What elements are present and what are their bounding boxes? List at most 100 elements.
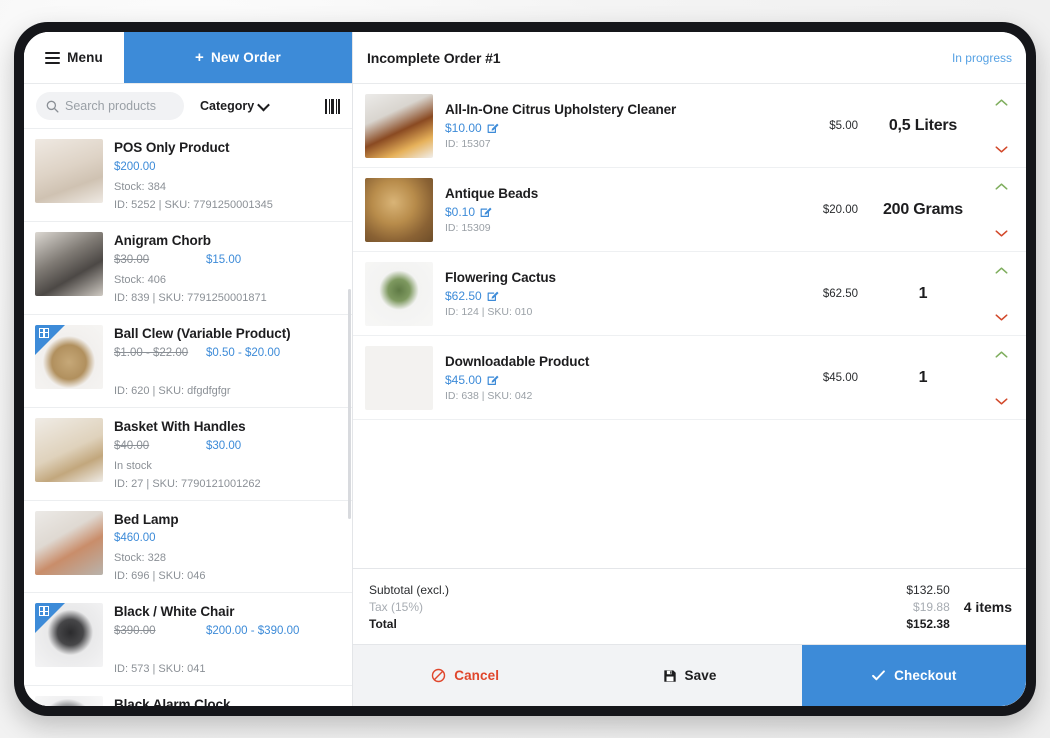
cart-item-meta: ID: 15307 <box>445 137 491 150</box>
cart-item-meta: ID: 638 | SKU: 042 <box>445 389 533 402</box>
product-price-line: $40.00 $30.00 <box>114 440 340 455</box>
edit-pencil-icon[interactable] <box>487 290 499 302</box>
cancel-label: Cancel <box>454 668 500 683</box>
cart-item-thumbnail <box>365 261 433 326</box>
order-header: Incomplete Order #1 In progress <box>353 32 1026 84</box>
search-input[interactable] <box>65 99 174 113</box>
subtotal-label: Subtotal (excl.) <box>369 582 450 597</box>
cart-row[interactable]: Antique Beads $0.10 ID: 15309 $20.00 200… <box>353 168 1026 252</box>
chevron-up-icon[interactable] <box>991 264 1012 277</box>
product-old-price: $30.00 <box>114 253 150 266</box>
cart-row[interactable]: All-In-One Citrus Upholstery Cleaner $10… <box>353 84 1026 168</box>
product-thumbnail <box>35 696 103 706</box>
order-panel: Incomplete Order #1 In progress All-In-O… <box>353 32 1026 706</box>
checkout-button[interactable]: Checkout <box>801 645 1026 706</box>
tax-value: $19.88 <box>913 599 950 614</box>
cart-item-info: Downloadable Product $45.00 ID: 638 | SK… <box>445 354 811 402</box>
cart-item-name: Downloadable Product <box>445 353 590 369</box>
product-price-line: $1.00 - $22.00 $0.50 - $20.00 <box>114 347 340 362</box>
cart-item-info: Flowering Cactus $62.50 ID: 124 | SKU: 0… <box>445 270 811 318</box>
subtotal-line: Subtotal (excl.) $132.50 <box>369 581 950 598</box>
cart-item-price-row: $45.00 <box>445 373 811 387</box>
grid-icon <box>39 327 49 338</box>
product-stock: Stock: 328 <box>114 552 166 565</box>
product-price-line: $200.00 <box>114 161 340 176</box>
product-list[interactable]: POS Only Product $200.00 Stock: 384 ID: … <box>24 129 352 706</box>
edit-pencil-icon[interactable] <box>487 122 499 134</box>
tax-label: Tax (15%) <box>369 599 424 614</box>
product-price-line: $460.00 <box>114 532 340 547</box>
edit-pencil-icon[interactable] <box>487 374 499 386</box>
save-button[interactable]: Save <box>577 645 801 706</box>
total-line: Total $152.38 <box>369 615 950 632</box>
search-box[interactable] <box>36 92 184 120</box>
product-list-item[interactable]: Basket With Handles $40.00 $30.00 In sto… <box>24 408 352 501</box>
check-icon <box>872 670 886 681</box>
cart-item-thumbnail <box>365 93 433 158</box>
chevron-up-icon[interactable] <box>991 348 1012 361</box>
cart-item-thumbnail <box>365 345 433 410</box>
product-info: POS Only Product $200.00 Stock: 384 ID: … <box>114 139 340 211</box>
order-status-badge[interactable]: In progress <box>952 51 1012 65</box>
grid-icon <box>39 606 49 617</box>
product-price: $460.00 <box>114 532 156 545</box>
new-order-label: New Order <box>210 50 282 65</box>
chevron-down-icon[interactable] <box>991 395 1012 408</box>
cart-item-amount: $62.50 <box>822 287 858 300</box>
chevron-down-icon[interactable] <box>991 143 1012 156</box>
chevron-up-icon[interactable] <box>991 180 1012 193</box>
product-list-item[interactable]: POS Only Product $200.00 Stock: 384 ID: … <box>24 129 352 222</box>
category-filter-button[interactable]: Category <box>200 98 271 113</box>
cart-items-list: All-In-One Citrus Upholstery Cleaner $10… <box>353 84 1026 568</box>
product-name: Ball Clew (Variable Product) <box>114 325 291 341</box>
cancel-button[interactable]: Cancel <box>353 645 577 706</box>
product-old-price: $1.00 - $22.00 <box>114 346 189 359</box>
chevron-down-icon <box>257 98 271 111</box>
product-list-item[interactable]: Anigram Chorb $30.00 $15.00 Stock: 406 I… <box>24 222 352 315</box>
chevron-down-icon[interactable] <box>991 311 1012 324</box>
totals-table: Subtotal (excl.) $132.50 Tax (15%) $19.8… <box>369 581 950 632</box>
tablet-device-frame: Menu + New Order Category <box>14 22 1036 716</box>
total-value: $152.38 <box>906 616 950 631</box>
product-thumbnail <box>35 417 103 482</box>
product-name: Bed Lamp <box>114 511 179 527</box>
barcode-scanner-icon[interactable] <box>325 98 340 114</box>
cart-item-info: All-In-One Citrus Upholstery Cleaner $10… <box>445 102 817 150</box>
cart-row[interactable]: Flowering Cactus $62.50 ID: 124 | SKU: 0… <box>353 252 1026 336</box>
product-price: $0.50 - $20.00 <box>206 346 281 359</box>
product-price: $30.00 <box>206 439 242 452</box>
cart-item-amount: $20.00 <box>822 203 858 216</box>
new-order-button[interactable]: + New Order <box>124 32 352 83</box>
cart-item-price-row: $62.50 <box>445 289 811 303</box>
product-name: Basket With Handles <box>114 418 246 434</box>
quantity-stepper <box>988 348 1014 408</box>
menu-button[interactable]: Menu <box>24 32 124 83</box>
search-toolbar: Category <box>24 84 352 129</box>
edit-pencil-icon[interactable] <box>480 206 492 218</box>
chevron-up-icon[interactable] <box>991 96 1012 109</box>
cart-item-quantity: 1 <box>918 284 928 302</box>
product-info: Black / White Chair $390.00 $200.00 - $3… <box>114 603 340 675</box>
product-list-item[interactable]: Black Alarm Clock $250.00 In stock <box>24 686 352 706</box>
product-thumbnail <box>35 603 103 668</box>
product-list-scrollbar[interactable] <box>348 289 351 519</box>
cart-item-quantity: 200 Grams <box>882 200 964 218</box>
product-meta: ID: 573 | SKU: 041 <box>114 663 206 676</box>
product-list-item[interactable]: Bed Lamp $460.00 Stock: 328 ID: 696 | SK… <box>24 501 352 594</box>
product-list-item[interactable]: Ball Clew (Variable Product) $1.00 - $22… <box>24 315 352 408</box>
product-meta: ID: 27 | SKU: 7790121001262 <box>114 477 261 490</box>
cart-item-price: $10.00 <box>445 120 482 135</box>
save-label: Save <box>684 668 717 683</box>
product-name: POS Only Product <box>114 140 230 155</box>
product-list-item[interactable]: Black / White Chair $390.00 $200.00 - $3… <box>24 593 352 687</box>
product-info: Black Alarm Clock $250.00 In stock <box>114 696 340 706</box>
chevron-down-icon[interactable] <box>991 227 1012 240</box>
product-name: Black / White Chair <box>114 604 235 620</box>
tax-line: Tax (15%) $19.88 <box>369 598 950 615</box>
product-meta: ID: 5252 | SKU: 7791250001345 <box>114 198 273 211</box>
product-meta: ID: 620 | SKU: dfgdfgfgr <box>114 384 231 397</box>
cart-row[interactable]: Downloadable Product $45.00 ID: 638 | SK… <box>353 336 1026 420</box>
subtotal-value: $132.50 <box>906 582 950 597</box>
product-info: Basket With Handles $40.00 $30.00 In sto… <box>114 418 340 490</box>
items-count: 4 items <box>963 598 1012 615</box>
